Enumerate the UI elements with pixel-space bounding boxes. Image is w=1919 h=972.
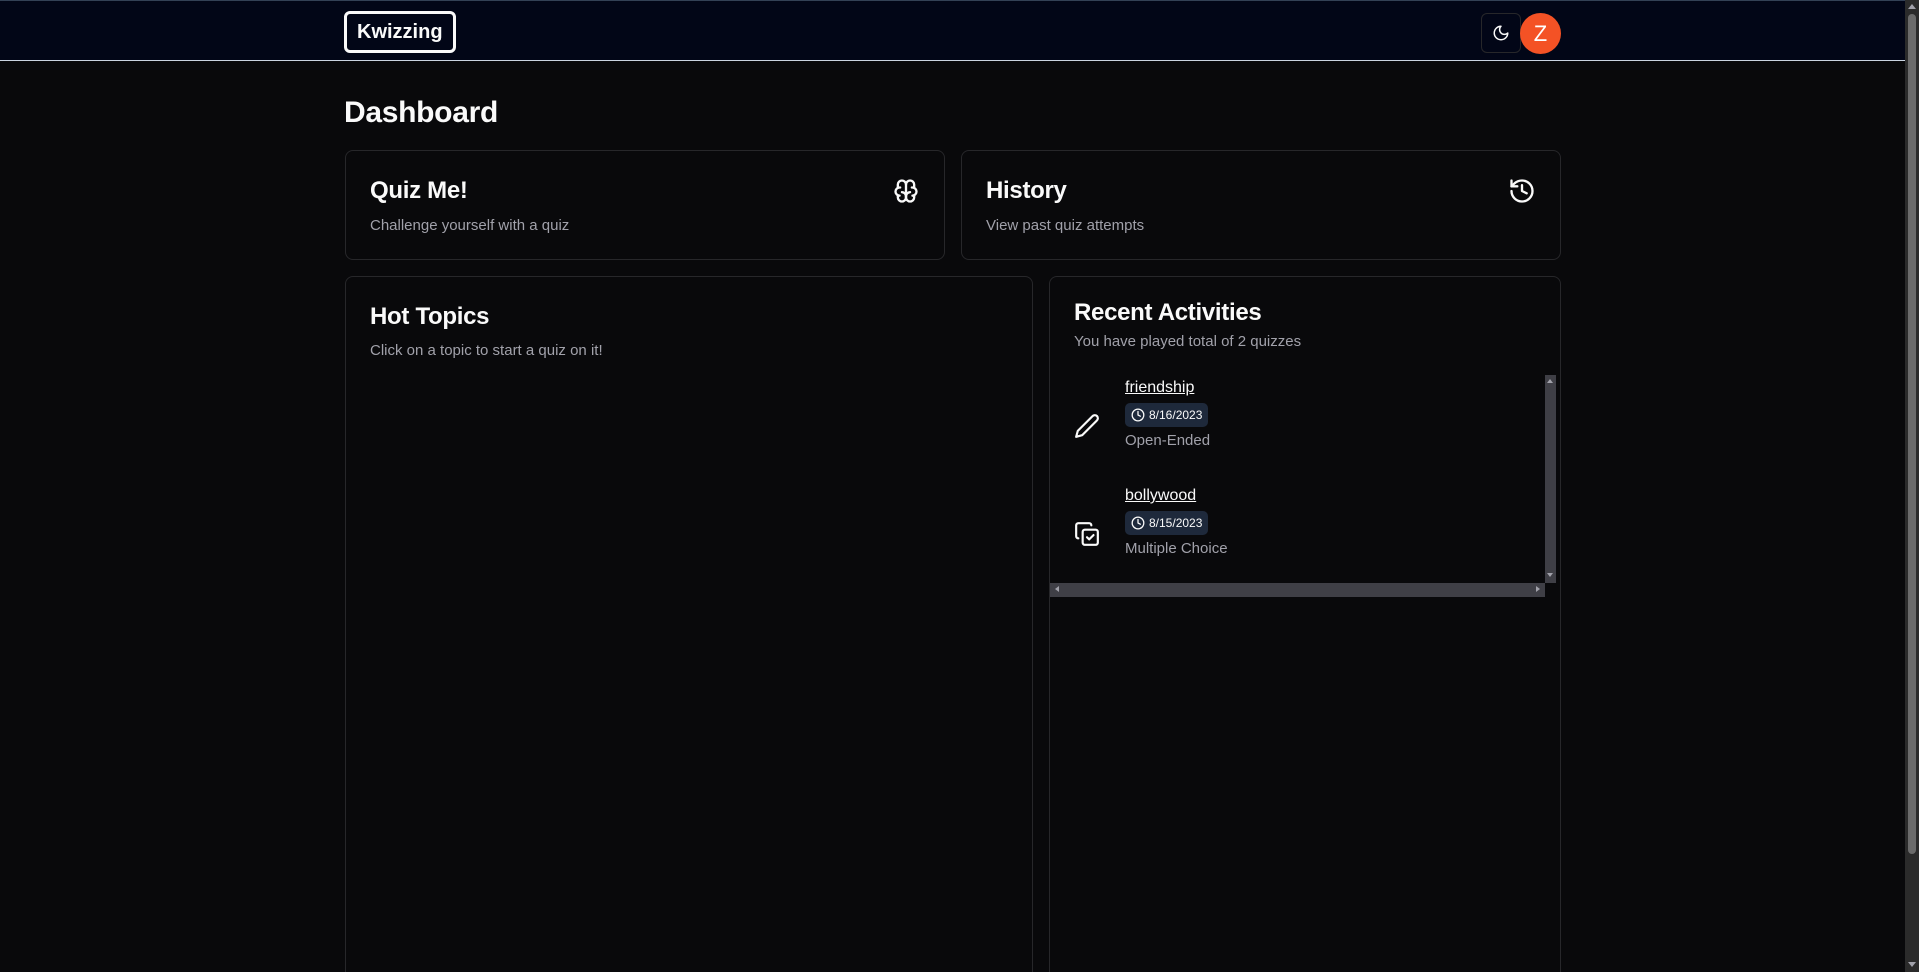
hot-topics-card: Hot Topics Click on a topic to start a q… (345, 276, 1033, 972)
brain-icon (894, 179, 918, 203)
page-scroll-up-arrow[interactable] (1908, 4, 1916, 9)
date-badge: 8/16/2023 (1125, 403, 1209, 427)
activity-vertical-scrollbar[interactable] (1545, 375, 1556, 583)
activity-topic-link[interactable]: bollywood (1125, 487, 1196, 505)
activity-type: Multiple Choice (1125, 540, 1228, 557)
scroll-up-arrow[interactable] (1547, 379, 1553, 383)
quiz-me-title: Quiz Me! (370, 177, 468, 204)
page-scroll-thumb[interactable] (1908, 14, 1916, 854)
activity-date: 8/16/2023 (1149, 408, 1203, 422)
list-item: friendship 8/16/2023 Open-Ended (1050, 375, 1545, 475)
activity-list: friendship 8/16/2023 Open-Ended bollywoo… (1050, 375, 1545, 583)
hot-topics-subtitle: Click on a topic to start a quiz on it! (370, 342, 603, 359)
clock-icon (1131, 408, 1145, 422)
scroll-left-arrow[interactable] (1055, 586, 1059, 592)
activity-date: 8/15/2023 (1149, 516, 1203, 530)
scroll-down-arrow[interactable] (1547, 573, 1553, 577)
page-scroll-down-arrow[interactable] (1908, 962, 1916, 967)
navbar: Kwizzing Z (0, 0, 1905, 61)
recent-activities-title: Recent Activities (1074, 299, 1262, 326)
user-avatar[interactable]: Z (1520, 13, 1561, 54)
logo-link[interactable]: Kwizzing (344, 11, 456, 53)
theme-toggle-button[interactable] (1481, 13, 1521, 53)
page-scrollbar[interactable] (1905, 0, 1919, 972)
activity-type: Open-Ended (1125, 432, 1211, 449)
copy-check-icon (1075, 522, 1099, 546)
scroll-right-arrow[interactable] (1536, 586, 1540, 592)
activity-topic-link[interactable]: friendship (1125, 379, 1194, 397)
history-card[interactable]: History View past quiz attempts (961, 150, 1561, 260)
quiz-me-card[interactable]: Quiz Me! Challenge yourself with a quiz (345, 150, 945, 260)
history-icon (1510, 179, 1534, 203)
clock-icon (1131, 516, 1145, 530)
activity-horizontal-scrollbar[interactable] (1050, 583, 1545, 597)
recent-activities-scroll-area[interactable]: friendship 8/16/2023 Open-Ended bollywoo… (1050, 375, 1556, 598)
page-title: Dashboard (344, 96, 498, 129)
recent-activities-subtitle: You have played total of 2 quizzes (1074, 333, 1302, 350)
hot-topics-title: Hot Topics (370, 303, 490, 330)
pencil-icon (1075, 414, 1099, 438)
history-subtitle: View past quiz attempts (986, 217, 1145, 234)
quiz-me-subtitle: Challenge yourself with a quiz (370, 217, 570, 234)
history-title: History (986, 177, 1067, 204)
moon-icon (1493, 25, 1509, 41)
list-item: bollywood 8/15/2023 Multiple Choice (1050, 483, 1545, 583)
date-badge: 8/15/2023 (1125, 511, 1209, 535)
